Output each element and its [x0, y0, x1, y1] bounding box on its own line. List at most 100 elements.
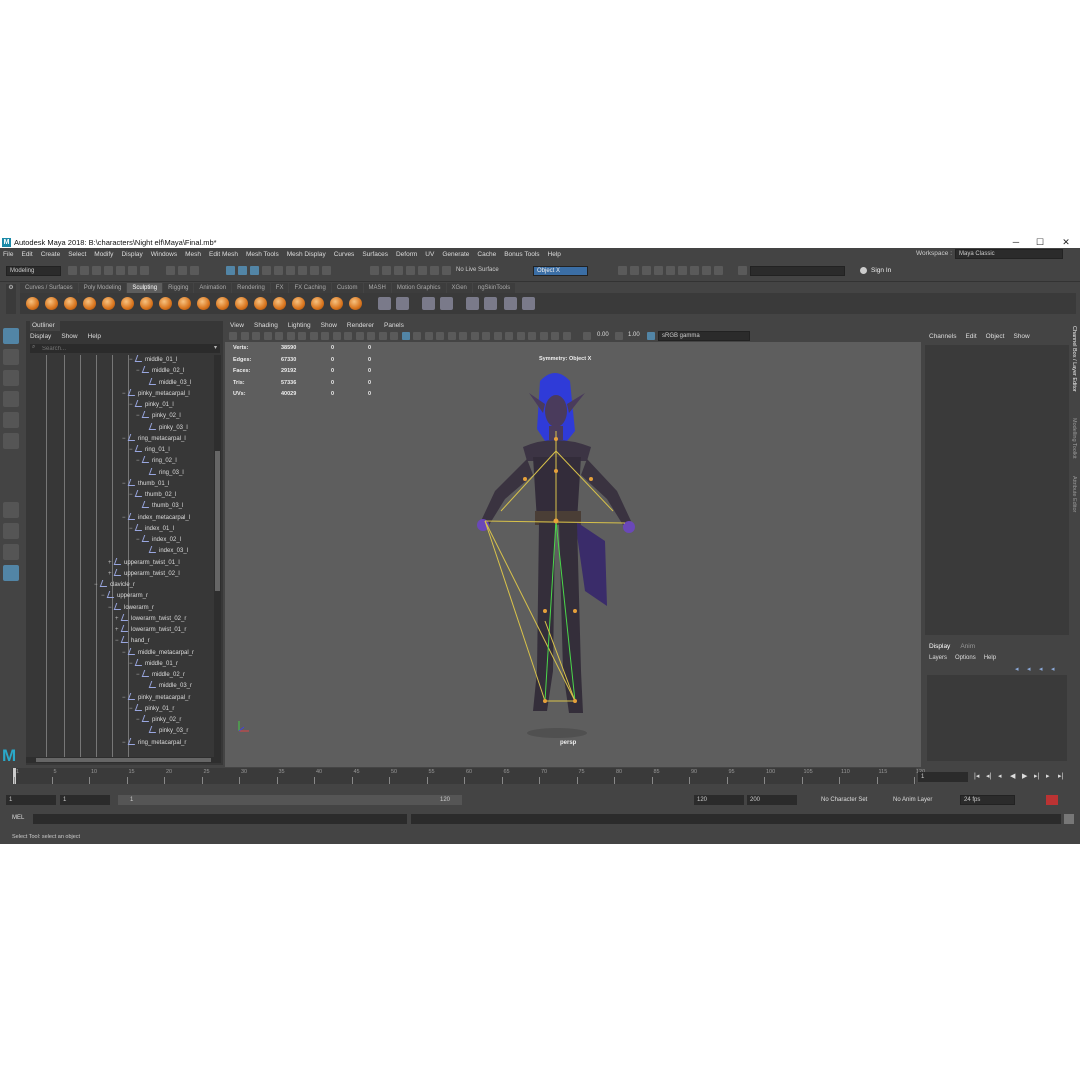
new-layer-selected-icon[interactable]: ◂	[1051, 665, 1055, 673]
viewport-tool-icon-21[interactable]	[470, 332, 479, 340]
layer-menu-options[interactable]: Options	[955, 655, 976, 661]
menu-create[interactable]: Create	[41, 251, 61, 258]
menu-uv[interactable]: UV	[425, 251, 434, 258]
exposure-icon[interactable]	[583, 332, 591, 340]
viewport-tool-icon-3[interactable]	[263, 332, 272, 340]
mel-label[interactable]: MEL	[12, 815, 24, 821]
playback-button-5[interactable]: ▸|	[1034, 772, 1039, 780]
viewport-tool-icon-14[interactable]	[390, 332, 398, 340]
status-icon-12[interactable]	[250, 266, 259, 275]
outliner-row[interactable]: middle_03_r	[26, 681, 214, 692]
playback-button-4[interactable]: ▶	[1022, 772, 1027, 780]
outliner-row[interactable]: − middle_02_l	[26, 366, 214, 377]
viewport-tool-icon-15[interactable]	[401, 332, 410, 340]
two-view-icon[interactable]	[3, 544, 19, 560]
viewport-tool-icon-12[interactable]	[367, 332, 375, 340]
move-layer-down-icon[interactable]: ◂	[1027, 665, 1031, 673]
menu-modify[interactable]: Modify	[94, 251, 113, 258]
shelf-tool-icon-5[interactable]	[484, 297, 497, 310]
menu-generate[interactable]: Generate	[442, 251, 469, 258]
viewport-tool-icon-5[interactable]	[286, 332, 295, 340]
time-slider[interactable]: 1 5 10 15 20 25 30 35 40 45 50 55 60 65 70 75 80 85 90 95 10…	[8, 768, 1080, 790]
status-icon-35[interactable]	[738, 266, 747, 275]
view-transform-icon[interactable]	[647, 332, 655, 340]
shelf-tab-motion-graphics[interactable]: Motion Graphics	[391, 283, 446, 293]
layer-menu-help[interactable]: Help	[984, 655, 996, 661]
sculpt-brush-icon-8[interactable]	[178, 297, 191, 310]
gamma-value[interactable]: 1.00	[628, 332, 640, 338]
select-tool-icon[interactable]	[3, 328, 19, 344]
sculpt-brush-icon-14[interactable]	[292, 297, 305, 310]
outliner-row[interactable]: − ring_metacarpal_r	[26, 737, 214, 749]
menu-windows[interactable]: Windows	[151, 251, 177, 258]
menu-edit-mesh[interactable]: Edit Mesh	[209, 251, 238, 258]
outliner-row[interactable]: − middle_01_l	[26, 355, 214, 366]
outliner-row[interactable]: pinky_03_l	[26, 422, 214, 434]
viewport-tool-icon-1[interactable]	[240, 332, 249, 340]
shelf-tab-ngskintools[interactable]: ngSkinTools	[472, 283, 516, 293]
sculpt-brush-icon-15[interactable]	[311, 297, 324, 310]
status-icon-15[interactable]	[286, 266, 295, 275]
layer-menu-layers[interactable]: Layers	[929, 655, 947, 661]
viewport-tool-icon-29[interactable]	[562, 332, 571, 340]
sculpt-brush-icon-11[interactable]	[235, 297, 248, 310]
shelf-tab-curves-surfaces[interactable]: Curves / Surfaces	[20, 283, 78, 293]
outliner-row[interactable]: + lowerarm_twist_02_r	[26, 613, 214, 625]
viewport-tool-icon-16[interactable]	[413, 332, 421, 340]
close-button[interactable]: ✕	[1054, 236, 1078, 248]
shelf-tool-icon-2[interactable]	[422, 297, 435, 310]
status-icon-13[interactable]	[262, 266, 271, 275]
gamma-icon[interactable]	[615, 332, 623, 340]
viewport-tool-icon-18[interactable]	[436, 332, 444, 340]
outliner-horizontal-scrollbar[interactable]	[26, 757, 221, 763]
side-tab-channel-box-layer-editor[interactable]: Channel Box / Layer Editor	[1071, 326, 1077, 392]
outliner-row[interactable]: thumb_03_l	[26, 501, 214, 512]
playback-button-6[interactable]: ▸	[1046, 772, 1050, 780]
viewport-tool-icon-11[interactable]	[355, 332, 364, 340]
outliner-row[interactable]: − pinky_01_l	[26, 400, 214, 411]
status-icon-6[interactable]	[140, 266, 149, 275]
character-model[interactable]	[445, 371, 685, 741]
sculpt-brush-icon-16[interactable]	[330, 297, 343, 310]
outliner-row[interactable]: − index_01_l	[26, 523, 214, 535]
sculpt-brush-icon-9[interactable]	[197, 297, 210, 310]
sculpt-brush-icon-1[interactable]	[45, 297, 58, 310]
auto-key-icon[interactable]	[1046, 795, 1058, 805]
scale-tool-icon[interactable]	[3, 433, 19, 449]
outliner-row[interactable]: − ring_01_l	[26, 445, 214, 456]
sign-in-button[interactable]: Sign In	[871, 267, 891, 274]
outliner-row[interactable]: index_03_l	[26, 546, 214, 557]
end-time-field[interactable]: 200	[747, 795, 797, 805]
menu-file[interactable]: File	[3, 251, 13, 258]
status-icon-31[interactable]	[678, 266, 687, 275]
outliner-row[interactable]: − pinky_02_r	[26, 715, 214, 726]
move-tool-icon[interactable]	[3, 391, 19, 407]
status-icon-17[interactable]	[310, 266, 319, 275]
viewport-tool-icon-19[interactable]	[447, 332, 456, 340]
viewport-tool-icon-0[interactable]	[229, 332, 237, 340]
outliner-row[interactable]: − clavicle_r	[26, 580, 214, 591]
shelf-tab-mash[interactable]: MASH	[363, 283, 391, 293]
status-icon-26[interactable]	[618, 266, 627, 275]
outliner-row[interactable]: − upperarm_r	[26, 591, 214, 602]
status-icon-4[interactable]	[116, 266, 125, 275]
sculpt-brush-icon-5[interactable]	[121, 297, 134, 310]
shelf-settings-icon[interactable]: ⚙	[6, 284, 16, 314]
channel-box-menu-show[interactable]: Show	[1013, 333, 1029, 340]
menu-help[interactable]: Help	[548, 251, 561, 258]
viewport-menu-renderer[interactable]: Renderer	[347, 321, 374, 331]
shelf-tab-animation[interactable]: Animation	[194, 283, 232, 293]
viewport-tool-icon-25[interactable]	[516, 332, 525, 340]
viewport-tool-icon-7[interactable]	[309, 332, 318, 340]
outliner-search-field[interactable]: ⌕ ▾	[30, 344, 220, 353]
outliner-row[interactable]: pinky_03_r	[26, 726, 214, 737]
status-icon-25[interactable]	[442, 266, 451, 275]
viewport-tool-icon-10[interactable]	[344, 332, 352, 340]
viewport-tool-icon-26[interactable]	[528, 332, 536, 340]
outliner-row[interactable]: − ring_02_l	[26, 456, 214, 467]
status-icon-14[interactable]	[274, 266, 283, 275]
mel-input[interactable]	[33, 814, 407, 824]
status-icon-0[interactable]	[68, 266, 77, 275]
outliner-row[interactable]: + upperarm_twist_02_l	[26, 568, 214, 580]
viewport-panel[interactable]: View Shading Lighting Show Renderer Panels 0.…	[225, 321, 921, 767]
